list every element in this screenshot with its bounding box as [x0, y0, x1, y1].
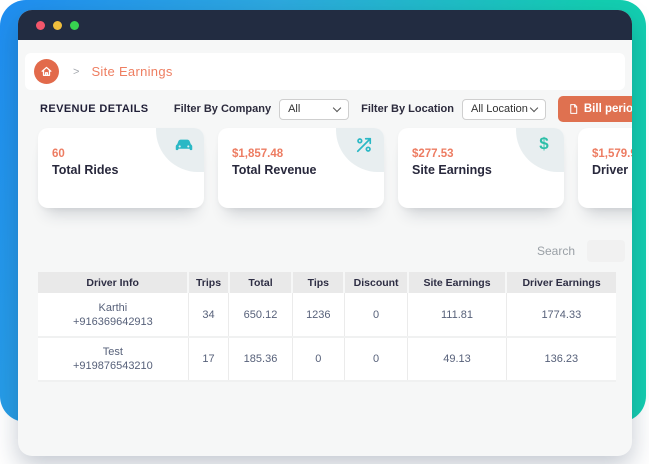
col-tips: Tips [292, 272, 344, 293]
filter-toolbar: REVENUE DETAILS Filter By Company All Fi… [25, 96, 625, 122]
driver-earnings-cell: 136.23 [506, 337, 616, 381]
window-titlebar [18, 10, 632, 40]
stat-card-total-rides: 60 Total Rides [38, 128, 204, 208]
search-label: Search [537, 244, 575, 258]
chevron-down-icon [530, 103, 538, 111]
stat-cards-row: 60 Total Rides $1,857.48 Total Revenue [25, 128, 625, 208]
stat-card-total-revenue: $1,857.48 Total Revenue [218, 128, 384, 208]
col-total: Total [229, 272, 293, 293]
table-row: Karthi +916369642913 34 650.12 1236 0 11… [38, 293, 616, 337]
stat-card-driver-earnings: $1,579.95 Driver Earnings [578, 128, 632, 208]
tips-cell: 1236 [292, 293, 344, 337]
breadcrumb: > Site Earnings [25, 53, 625, 90]
table-row: Test +919876543210 17 185.36 0 0 49.13 1… [38, 337, 616, 381]
table-header-row: Driver Info Trips Total Tips Discount Si… [38, 272, 616, 293]
driver-phone: +916369642913 [38, 316, 188, 328]
company-filter-select[interactable]: All [279, 99, 349, 120]
section-title: REVENUE DETAILS [40, 103, 148, 115]
col-driver-info: Driver Info [38, 272, 188, 293]
driver-info-cell: Karthi +916369642913 [38, 293, 188, 337]
trips-cell: 34 [188, 293, 228, 337]
driver-name: Karthi [38, 302, 188, 314]
bill-period-label: Bill period [584, 103, 632, 115]
stat-label: Driver Earnings [592, 163, 632, 177]
col-driver-earnings: Driver Earnings [506, 272, 616, 293]
discount-cell: 0 [344, 293, 408, 337]
search-row: Search [25, 240, 625, 262]
filter-location-label: Filter By Location [361, 103, 454, 115]
location-filter-select[interactable]: All Location [462, 99, 546, 120]
discount-cell: 0 [344, 337, 408, 381]
screenshot-canvas: > Site Earnings REVENUE DETAILS Filter B… [0, 0, 649, 464]
trips-cell: 17 [188, 337, 228, 381]
zoom-window-icon[interactable] [70, 21, 79, 30]
page-body: > Site Earnings REVENUE DETAILS Filter B… [18, 53, 632, 382]
stat-card-site-earnings: $277.53 Site Earnings $ [398, 128, 564, 208]
browser-window: > Site Earnings REVENUE DETAILS Filter B… [18, 10, 632, 456]
document-icon [568, 103, 579, 115]
chevron-down-icon [333, 103, 341, 111]
minimize-window-icon[interactable] [53, 21, 62, 30]
home-icon [40, 65, 53, 78]
stat-value: $1,579.95 [592, 148, 632, 160]
breadcrumb-current: Site Earnings [91, 64, 172, 79]
filters-group: Filter By Company All Filter By Location… [174, 96, 632, 122]
close-window-icon[interactable] [36, 21, 45, 30]
site-earnings-cell: 49.13 [408, 337, 506, 381]
driver-earnings-cell: 1774.33 [506, 293, 616, 337]
driver-phone: +919876543210 [38, 360, 188, 372]
total-cell: 185.36 [229, 337, 293, 381]
search-input[interactable] [587, 240, 625, 262]
filter-company-label: Filter By Company [174, 103, 271, 115]
home-button[interactable] [34, 59, 59, 84]
col-trips: Trips [188, 272, 228, 293]
bill-period-button[interactable]: Bill period [558, 96, 632, 122]
col-discount: Discount [344, 272, 408, 293]
earnings-table: Driver Info Trips Total Tips Discount Si… [38, 272, 616, 382]
company-filter-value: All [288, 103, 300, 115]
location-filter-value: All Location [471, 103, 528, 115]
breadcrumb-separator: > [73, 66, 79, 78]
total-cell: 650.12 [229, 293, 293, 337]
site-earnings-cell: 111.81 [408, 293, 506, 337]
earnings-table-wrap: Driver Info Trips Total Tips Discount Si… [38, 272, 623, 382]
tips-cell: 0 [292, 337, 344, 381]
driver-info-cell: Test +919876543210 [38, 337, 188, 381]
col-site-earnings: Site Earnings [408, 272, 506, 293]
driver-name: Test [38, 346, 188, 358]
